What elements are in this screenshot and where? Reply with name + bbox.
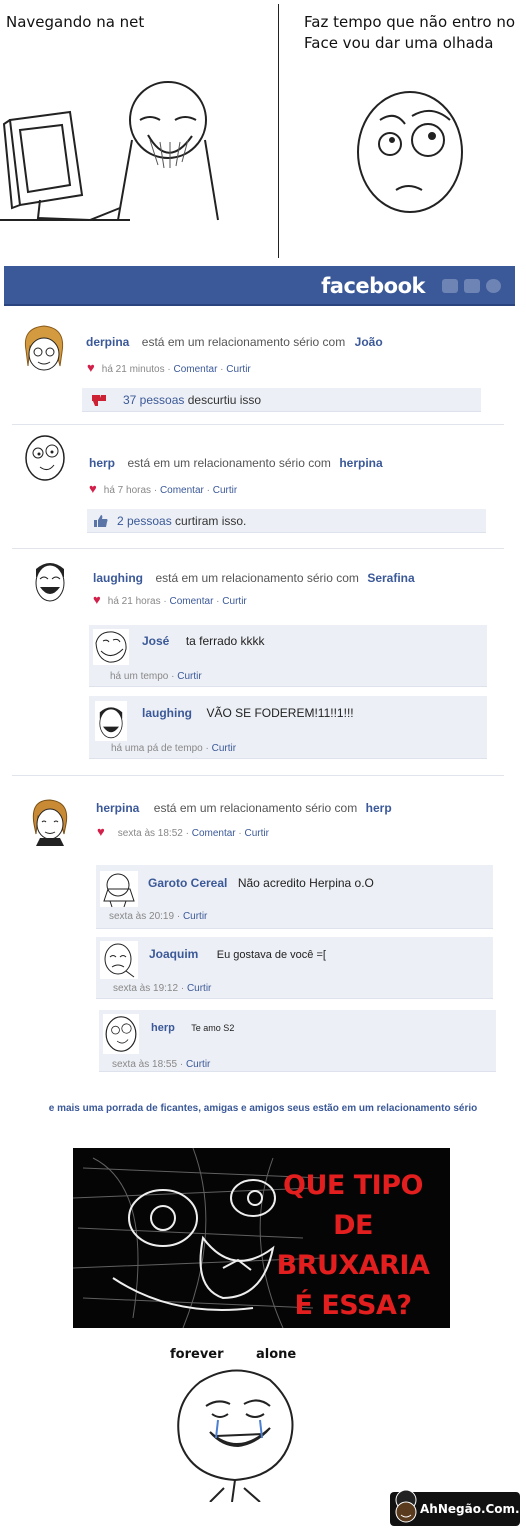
comment: José ta ferrado kkkk há um tempo · Curti… — [89, 625, 487, 687]
like-link[interactable]: Curtir — [213, 485, 237, 496]
joaquim-avatar[interactable] — [100, 941, 138, 979]
comment-like-link[interactable]: Curtir — [187, 983, 211, 994]
dislike-icon — [90, 393, 106, 407]
post-status: está em um relacionamento sério com — [141, 335, 346, 349]
comment-like-link[interactable]: Curtir — [183, 911, 207, 922]
thinking-face-illustration — [357, 91, 463, 213]
comment-time[interactable]: há uma pá de tempo — [111, 743, 203, 754]
panel1-caption: Navegando na net — [6, 13, 145, 31]
reaction-text: descurtiu isso — [187, 393, 262, 407]
laughing-avatar[interactable] — [95, 701, 127, 741]
comment: laughing VÃO SE FODEREM!11!!1!!! há uma … — [89, 696, 487, 759]
friend-requests-icon[interactable] — [442, 279, 458, 293]
watermark-text: AhNegão.Com.Br — [420, 1502, 526, 1516]
reaction-box: 2 pessoas curtiram isso. — [87, 509, 486, 533]
post-status: está em um relacionamento sério com — [127, 456, 331, 470]
herpina-avatar[interactable] — [26, 794, 74, 846]
derpina-avatar[interactable] — [20, 322, 68, 374]
post-partner[interactable]: João — [355, 335, 383, 349]
comment-link[interactable]: Comentar — [174, 364, 218, 375]
panel2-caption: Faz tempo que não entro no Face vou dar … — [304, 13, 516, 52]
post-author[interactable]: laughing — [93, 571, 143, 585]
comic-panel-2: Faz tempo que não entro no Face vou dar … — [280, 0, 526, 260]
comment-time[interactable]: há um tempo — [110, 671, 168, 682]
comment: Joaquim Eu gostava de você =[ sexta às 1… — [96, 937, 493, 999]
feed-post: laughing está em um relacionamento sério… — [0, 549, 526, 774]
post-time[interactable]: sexta às 18:52 — [118, 828, 183, 839]
post-time[interactable]: há 21 horas — [108, 596, 161, 607]
comment-like-link[interactable]: Curtir — [177, 671, 201, 682]
forever-label: forever — [170, 1347, 224, 1362]
notifications-globe-icon[interactable] — [486, 279, 501, 293]
herp-avatar[interactable] — [103, 1014, 139, 1054]
comment-author[interactable]: laughing — [142, 706, 192, 720]
feed-post: herpina está em um relacionamento sério … — [0, 776, 526, 1086]
like-link[interactable]: Curtir — [245, 828, 269, 839]
post-author[interactable]: herpina — [96, 801, 139, 815]
comment-author[interactable]: herp — [151, 1022, 175, 1034]
heart-icon: ♥ — [87, 360, 95, 375]
post-author[interactable]: derpina — [86, 335, 129, 349]
like-link[interactable]: Curtir — [226, 364, 250, 375]
comment-text: Te amo S2 — [191, 1023, 235, 1033]
reaction-box: 37 pessoas descurtiu isso — [82, 388, 481, 412]
herp-avatar[interactable] — [22, 433, 68, 483]
comment-link[interactable]: Comentar — [160, 485, 204, 496]
comment-time[interactable]: sexta às 19:12 — [113, 983, 178, 994]
post-time[interactable]: há 7 horas — [104, 485, 151, 496]
feed-post: herp está em um relacionamento sério com… — [0, 425, 526, 547]
comment-like-link[interactable]: Curtir — [186, 1059, 210, 1070]
laughing-avatar[interactable] — [30, 555, 70, 605]
feed-post: derpina está em um relacionamento sério … — [0, 306, 526, 424]
post-status: está em um relacionamento sério com — [155, 571, 359, 585]
heart-icon: ♥ — [89, 481, 97, 496]
alone-label: alone — [256, 1347, 297, 1362]
post-partner[interactable]: herpina — [339, 456, 382, 470]
mascot-icon — [395, 1489, 417, 1523]
reaction-text: curtiram isso. — [175, 514, 247, 528]
comment-text: Eu gostava de você =[ — [216, 949, 326, 961]
computer-guy-illustration — [0, 81, 219, 222]
like-link[interactable]: Curtir — [222, 596, 246, 607]
comment-author[interactable]: Joaquim — [149, 947, 198, 961]
comment-time[interactable]: sexta às 18:55 — [112, 1059, 177, 1070]
bruxaria-meme: QUE TIPO DE BRUXARIA É ESSA? — [73, 1148, 450, 1328]
heart-icon: ♥ — [97, 824, 105, 839]
comment-text: VÃO SE FODEREM!11!!1!!! — [206, 706, 354, 720]
comic-panel-1: Navegando na net — [0, 0, 278, 260]
meme-caption-line: É ESSA? — [294, 1290, 412, 1321]
cereal-guy-avatar[interactable] — [100, 871, 138, 907]
outro-text: e mais uma porrada de ficantes, amigas e… — [48, 1103, 478, 1114]
comment-author[interactable]: José — [142, 634, 169, 648]
comment-author[interactable]: Garoto Cereal — [148, 876, 227, 890]
post-status: está em um relacionamento sério com — [153, 801, 358, 815]
post-author[interactable]: herp — [89, 456, 115, 470]
meme-caption-line: BRUXARIA — [276, 1250, 430, 1281]
forever-alone-face — [177, 1369, 294, 1502]
reaction-count[interactable]: 2 pessoas — [117, 514, 172, 528]
messages-icon[interactable] — [464, 279, 480, 293]
comment-time[interactable]: sexta às 20:19 — [109, 911, 174, 922]
heart-icon: ♥ — [93, 592, 101, 607]
facebook-header: facebook — [4, 266, 515, 306]
comment-text: Não acredito Herpina o.O — [237, 876, 374, 890]
post-partner[interactable]: herp — [366, 801, 392, 815]
comment-link[interactable]: Comentar — [170, 596, 214, 607]
post-time[interactable]: há 21 minutos — [102, 364, 165, 375]
meme-caption: QUE TIPO DE BRUXARIA É ESSA? — [263, 1166, 443, 1326]
facebook-logo[interactable]: facebook — [321, 274, 425, 298]
trollface-avatar[interactable] — [93, 629, 129, 665]
comment-like-link[interactable]: Curtir — [212, 743, 236, 754]
comment-text: ta ferrado kkkk — [185, 634, 265, 648]
thumbs-up-icon — [93, 514, 109, 533]
reaction-count[interactable]: 37 pessoas — [123, 393, 184, 407]
comment: Garoto Cereal Não acredito Herpina o.O s… — [96, 865, 493, 929]
panel-divider — [278, 4, 279, 258]
meme-caption-line: QUE TIPO DE — [283, 1170, 423, 1241]
post-partner[interactable]: Serafina — [367, 571, 414, 585]
comment: herp Te amo S2 sexta às 18:55 · Curtir — [99, 1010, 496, 1072]
comment-link[interactable]: Comentar — [192, 828, 236, 839]
